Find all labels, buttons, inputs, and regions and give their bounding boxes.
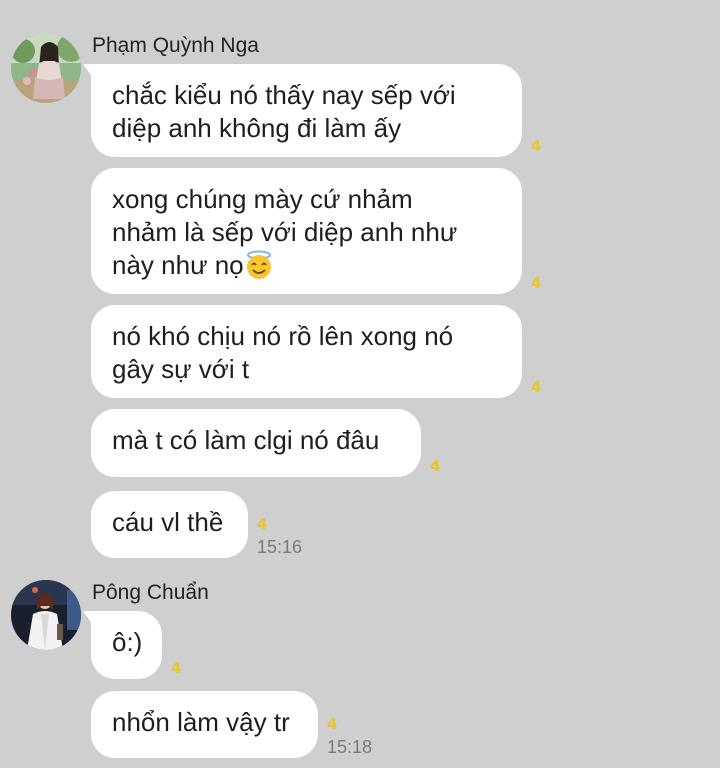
message-line: mà t có làm clgi nó đâu — [112, 425, 380, 455]
message-line: diệp anh không đi làm ấy — [112, 113, 402, 143]
seen-count-badge: 4 — [171, 659, 182, 677]
message-bubble[interactable]: chắc kiểu nó thấy nay sếp với diệp anh k… — [83, 64, 522, 157]
seen-count-badge: 4 — [531, 137, 542, 155]
message-timestamp: 15:18 — [327, 737, 373, 757]
smiling-face-with-halo-emoji-icon — [244, 250, 274, 280]
user-photo-avatar-icon — [11, 33, 81, 103]
message-line-with-emoji: này như nọ — [112, 249, 500, 282]
message-line: ô:) — [112, 627, 143, 657]
sender-name: Pông Chuẩn — [92, 581, 209, 604]
seen-count-badge: 4 — [257, 515, 268, 533]
message-line: nhổn làm vậy tr — [112, 707, 290, 737]
avatar-pham-quynh-nga[interactable] — [11, 33, 81, 103]
message-timestamp: 15:16 — [257, 537, 303, 557]
avatar-pong-chuan[interactable] — [11, 580, 81, 650]
message-line: nhảm là sếp với diệp anh như — [112, 217, 458, 247]
message-bubble[interactable]: nó khó chịu nó rồ lên xong nó gây sự với… — [91, 305, 522, 398]
message-line: nó khó chịu nó rồ lên xong nó — [112, 321, 454, 351]
message-line: này như nọ — [112, 250, 244, 280]
sender-name: Phạm Quỳnh Nga — [92, 34, 259, 57]
message-bubble[interactable]: xong chúng mày cứ nhảm nhảm là sếp với d… — [91, 168, 522, 294]
message-line: gây sự với t — [112, 354, 250, 384]
message-bubble[interactable]: nhổn làm vậy tr — [91, 691, 318, 758]
message-bubble[interactable]: mà t có làm clgi nó đâu — [91, 409, 421, 477]
message-line: chắc kiểu nó thấy nay sếp với — [112, 80, 456, 110]
seen-count-badge: 4 — [531, 274, 542, 292]
seen-count-badge: 4 — [327, 715, 338, 733]
message-bubble[interactable]: cáu vl thề — [91, 491, 248, 558]
message-line: xong chúng mày cứ nhảm — [112, 184, 413, 214]
message-bubble[interactable]: ô:) — [83, 611, 162, 679]
message-line: cáu vl thề — [112, 507, 224, 537]
seen-count-badge: 4 — [531, 378, 542, 396]
seen-count-badge: 4 — [430, 457, 441, 475]
user-photo-avatar-icon — [11, 580, 81, 650]
